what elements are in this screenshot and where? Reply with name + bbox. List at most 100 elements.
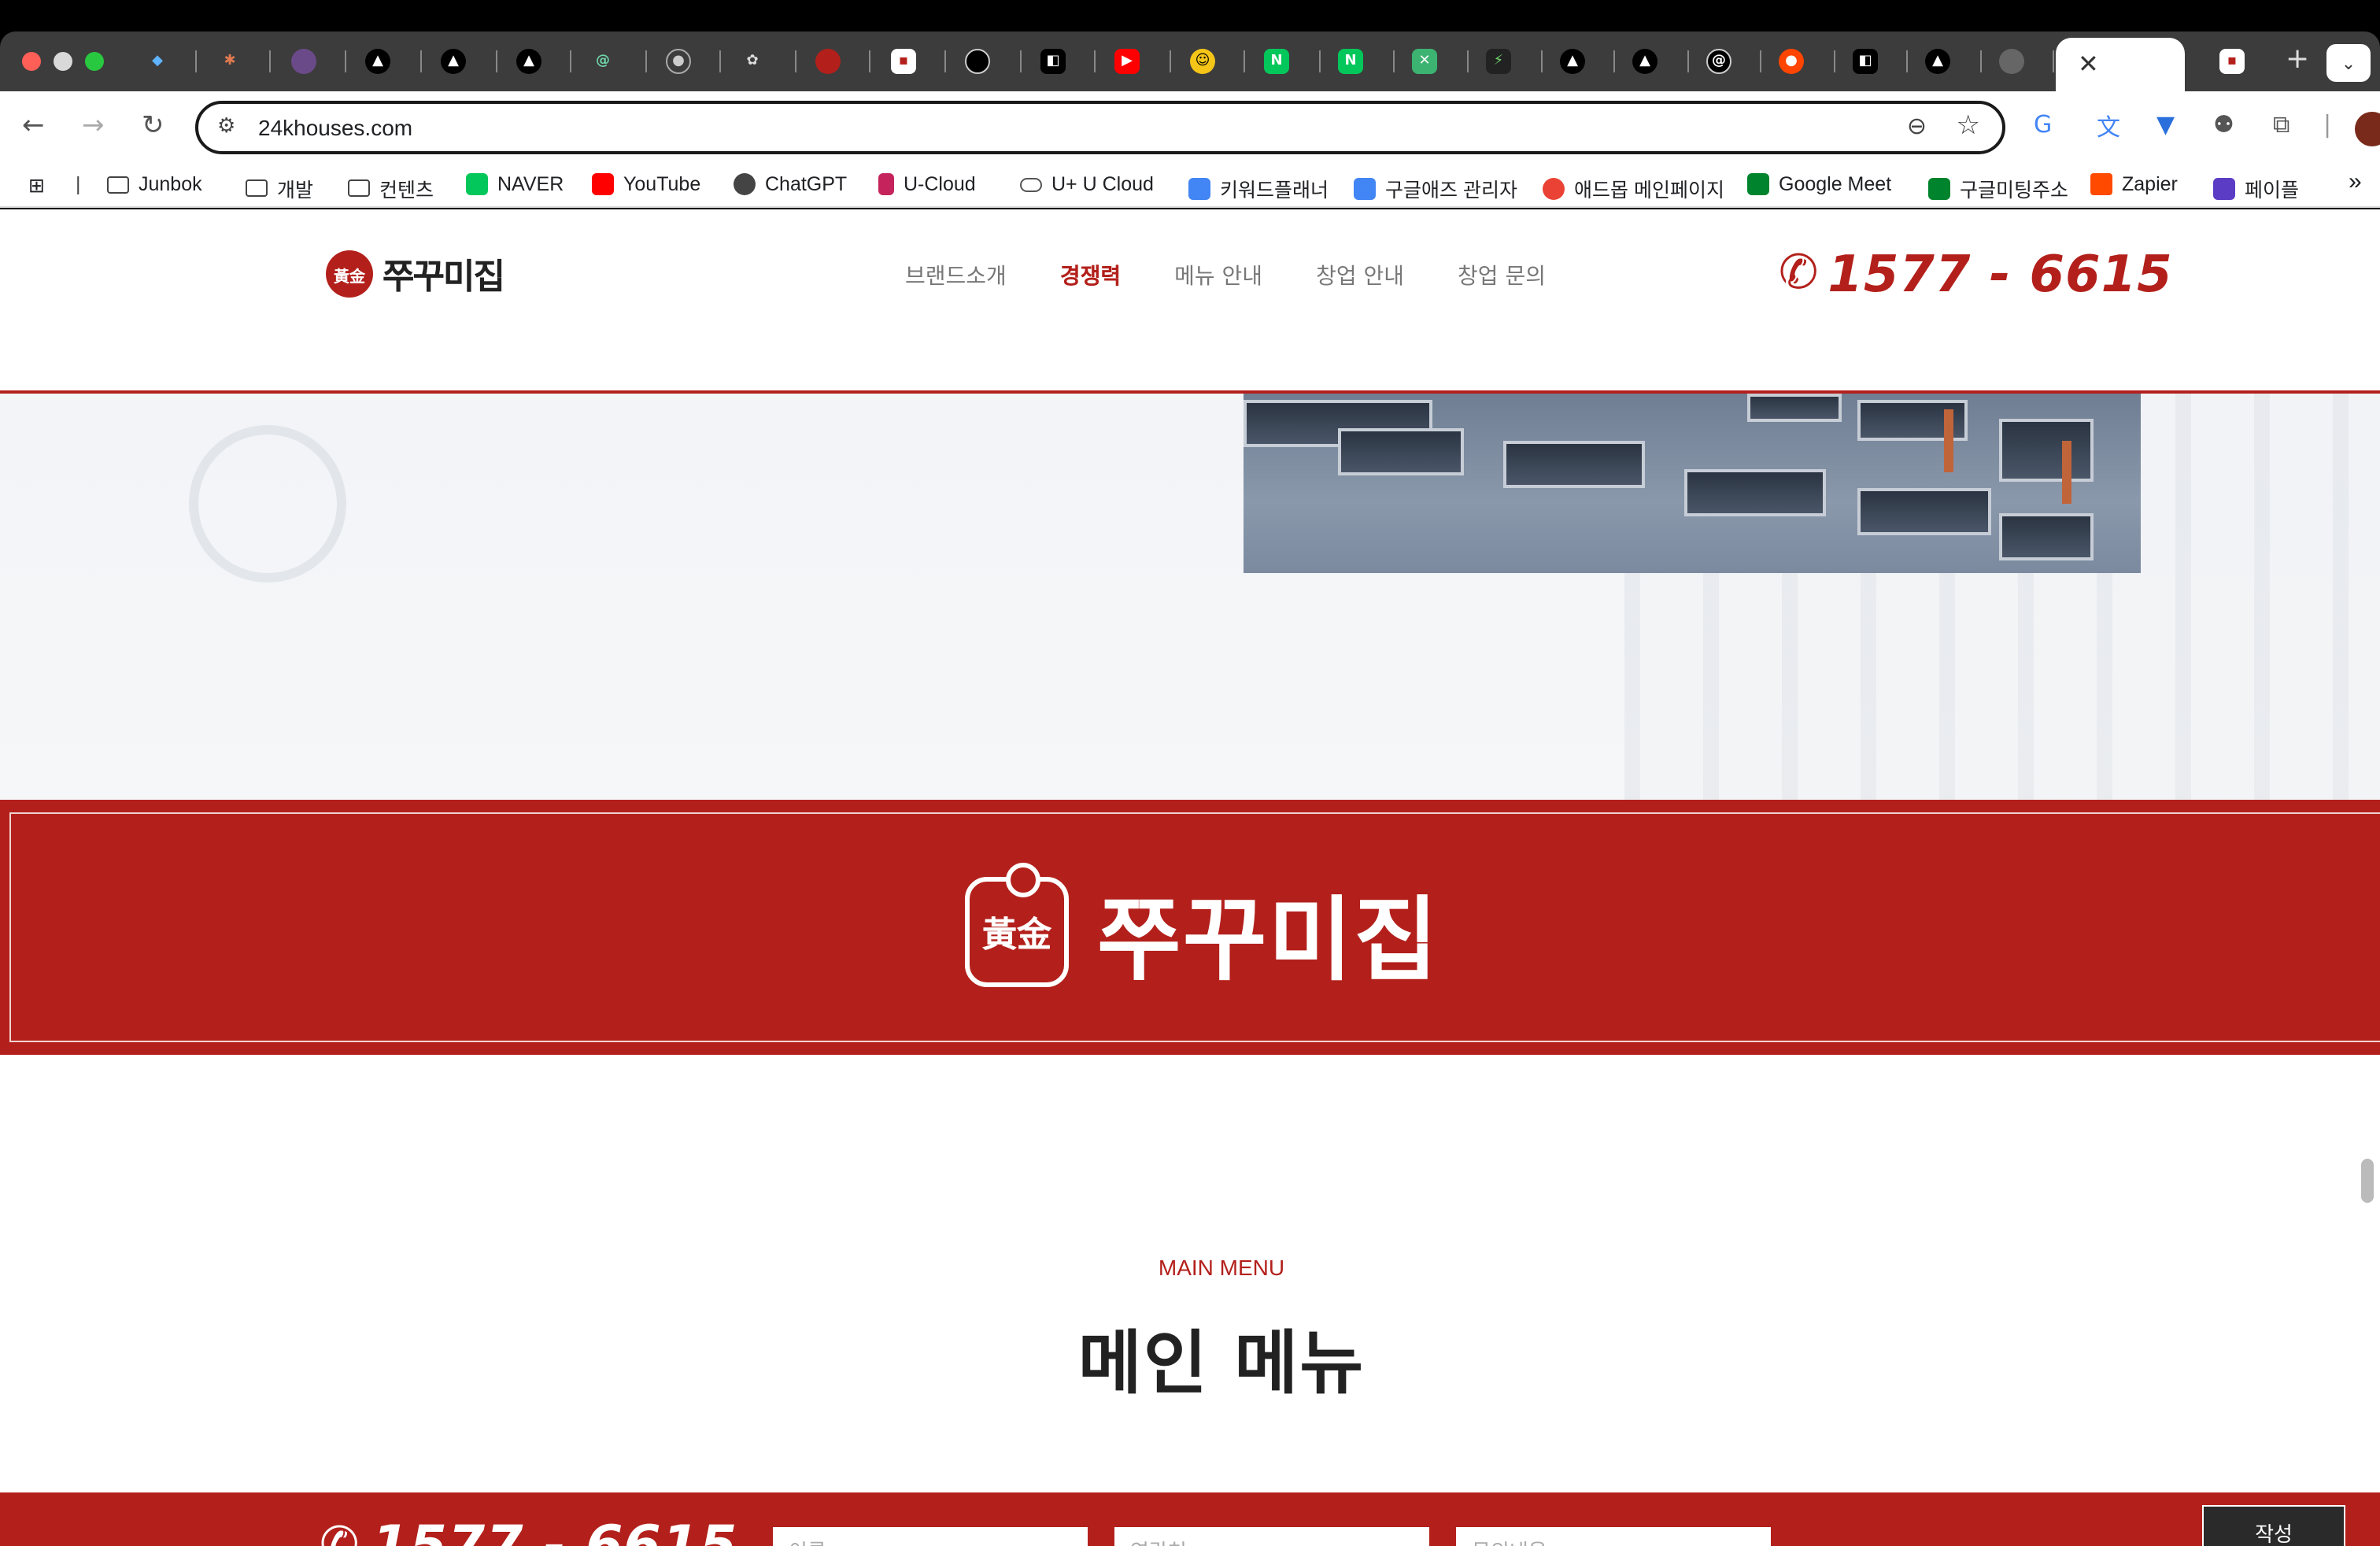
bookmark-star-icon[interactable]: ☆ — [1957, 110, 1981, 142]
section-title: 메인 메뉴 — [1077, 1324, 1366, 1404]
bookmark-youtube[interactable]: YouTube — [592, 173, 700, 195]
tab-favicon-threads-icon[interactable]: @ — [1706, 49, 1731, 74]
tab-separator — [570, 50, 571, 72]
tab-favicon-cube-icon[interactable]: ◧ — [1853, 49, 1878, 74]
footer-phone[interactable]: ✆ 1577 - 6615 — [320, 1515, 737, 1546]
tab-separator — [1170, 50, 1171, 72]
tab-search-dropdown-icon[interactable]: ⌄ — [2326, 44, 2371, 82]
tab-favicon-bolt-icon[interactable]: ⚡ — [1486, 49, 1511, 74]
close-window-button[interactable] — [22, 52, 41, 71]
tab-separator — [1094, 50, 1096, 72]
maximize-window-button[interactable] — [85, 52, 104, 71]
translate-icon[interactable]: 文 — [2097, 110, 2120, 143]
reload-icon[interactable]: ↻ — [142, 110, 164, 142]
submit-button[interactable]: 작성 — [2202, 1505, 2345, 1546]
section-subtitle: MAIN MENU — [1158, 1255, 1285, 1280]
tab-favicon-sheet-icon[interactable]: ✕ — [1412, 49, 1437, 74]
tab-favicon-doc-icon[interactable]: ▪ — [2219, 49, 2245, 74]
tab-favicon-reddit-icon[interactable]: ● — [1779, 49, 1804, 74]
bookmark-label: 구글애즈 관리자 — [1385, 179, 1517, 202]
site-info-icon[interactable]: ⚙ — [217, 115, 235, 139]
google-translate-icon[interactable]: G — [2034, 110, 2052, 139]
bookmark-keyword-planner[interactable]: 키워드플래너 — [1188, 173, 1329, 203]
tab-favicon-chatgpt-icon[interactable]: ✿ — [740, 49, 765, 74]
forward-icon[interactable]: → — [82, 110, 105, 142]
chatgpt-icon — [734, 173, 756, 195]
bookmark-label: 키워드플래너 — [1220, 179, 1329, 202]
zoom-icon[interactable]: ⊖ — [1907, 112, 1927, 140]
tab-favicon-triangle-icon[interactable]: ▲ — [1632, 49, 1658, 74]
phone-icon: ✆ — [1779, 246, 1819, 301]
tab-favicon-triangle-icon[interactable]: ▲ — [1925, 49, 1950, 74]
bookmark-meet-address[interactable]: 구글미팅주소 — [1928, 173, 2068, 203]
nav-item-menu[interactable]: 메뉴 안내 — [1174, 260, 1262, 291]
minimize-window-button[interactable] — [54, 52, 72, 71]
profile-avatar[interactable] — [2355, 112, 2380, 146]
url-text[interactable]: 24khouses.com — [258, 115, 412, 140]
extensions-puzzle-icon[interactable]: ⧉ — [2273, 110, 2289, 139]
tab-favicon-cube-icon[interactable]: ◧ — [1040, 49, 1066, 74]
folder-icon — [246, 179, 268, 197]
tab-favicon-smile-icon[interactable]: ☺ — [1190, 49, 1215, 74]
tab-favicon-vo-icon[interactable] — [965, 49, 990, 74]
nav-item-competitiveness[interactable]: 경쟁력 — [1060, 260, 1121, 291]
bookmark-label: NAVER — [497, 173, 564, 195]
site-logo[interactable]: 黃金 쭈꾸미집 — [326, 249, 505, 299]
header-phone[interactable]: ✆ 1577 - 6615 — [1779, 244, 2173, 304]
tab-favicon-youtube-icon[interactable]: ▶ — [1114, 49, 1140, 74]
tab-favicon-brand-icon[interactable] — [815, 49, 841, 74]
tab-separator — [496, 50, 497, 72]
tab-favicon-spiral-icon[interactable]: @ — [590, 49, 615, 74]
tab-favicon-doc-icon[interactable]: ▪ — [891, 49, 916, 74]
more-bookmarks-icon[interactable]: » — [2349, 168, 2362, 195]
active-tab[interactable]: ✕ — [2056, 38, 2185, 91]
bookmark-ucloud[interactable]: U-Cloud — [878, 173, 976, 195]
tab-favicon-gem-icon[interactable]: ◆ — [145, 49, 170, 74]
company-building-section — [0, 394, 2380, 800]
vercel-extension-icon[interactable]: ▼ — [2156, 110, 2175, 139]
bookmark-zapier[interactable]: Zapier — [2090, 173, 2178, 195]
tab-favicon-naver-icon[interactable]: N — [1338, 49, 1363, 74]
address-bar[interactable]: ⚙ 24khouses.com ⊖ ☆ — [195, 101, 2005, 154]
nav-item-startup-inquiry[interactable]: 창업 문의 — [1458, 260, 1546, 291]
bookmark-folder-junbok[interactable]: Junbok — [107, 173, 202, 195]
nav-item-brand[interactable]: 브랜드소개 — [905, 260, 1007, 291]
page-scrollbar-thumb[interactable] — [2361, 1159, 2374, 1203]
tab-favicon-avatar-icon[interactable] — [291, 49, 316, 74]
main-menu-section: MAIN MENU 메인 메뉴 — [0, 1055, 2380, 1496]
contact-input[interactable] — [1114, 1527, 1429, 1546]
tab-favicon-globe-icon[interactable] — [1999, 49, 2024, 74]
apps-grid-icon[interactable]: ⊞ — [28, 173, 45, 197]
bookmark-uplus-ucloud[interactable]: U+ U Cloud — [1020, 173, 1154, 195]
building-photo — [1244, 394, 2141, 573]
message-input[interactable] — [1456, 1527, 1771, 1546]
robot-extension-icon[interactable]: ⚉ — [2213, 110, 2234, 139]
tab-separator — [2053, 50, 2054, 72]
tab-favicon-github-icon[interactable]: ● — [666, 49, 691, 74]
tab-favicon-triangle-icon[interactable]: ▲ — [365, 49, 390, 74]
bookmark-naver[interactable]: NAVER — [466, 173, 564, 195]
tab-favicon-triangle-icon[interactable]: ▲ — [1560, 49, 1585, 74]
bookmark-divider: | — [76, 173, 81, 195]
tab-favicon-claude-icon[interactable]: ✱ — [217, 49, 242, 74]
new-tab-button[interactable]: + — [2286, 43, 2309, 76]
bookmark-folder-content[interactable]: 컨텐츠 — [348, 173, 434, 203]
banner-logo: 黃金 쭈꾸미집 — [965, 863, 1439, 998]
bookmark-payple[interactable]: 페이플 — [2213, 173, 2299, 203]
tab-favicon-triangle-icon[interactable]: ▲ — [516, 49, 541, 74]
window-shape — [1999, 513, 2094, 560]
bookmark-google-meet[interactable]: Google Meet — [1747, 173, 1891, 195]
close-tab-icon[interactable]: ✕ — [2078, 49, 2099, 79]
tab-separator — [1467, 50, 1469, 72]
bookmark-google-ads-admin[interactable]: 구글애즈 관리자 — [1354, 173, 1517, 203]
name-input[interactable] — [773, 1527, 1088, 1546]
bookmark-admob[interactable]: 애드몹 메인페이지 — [1543, 173, 1724, 203]
tab-favicon-triangle-icon[interactable]: ▲ — [441, 49, 466, 74]
bookmark-folder-dev[interactable]: 개발 — [246, 173, 313, 203]
tab-favicon-naver-icon[interactable]: N — [1264, 49, 1289, 74]
back-icon[interactable]: ← — [22, 110, 45, 142]
nav-item-startup-info[interactable]: 창업 안내 — [1316, 260, 1404, 291]
bookmark-chatgpt[interactable]: ChatGPT — [734, 173, 847, 195]
bookmark-label: 페이플 — [2245, 179, 2300, 202]
tab-separator — [1319, 50, 1321, 72]
